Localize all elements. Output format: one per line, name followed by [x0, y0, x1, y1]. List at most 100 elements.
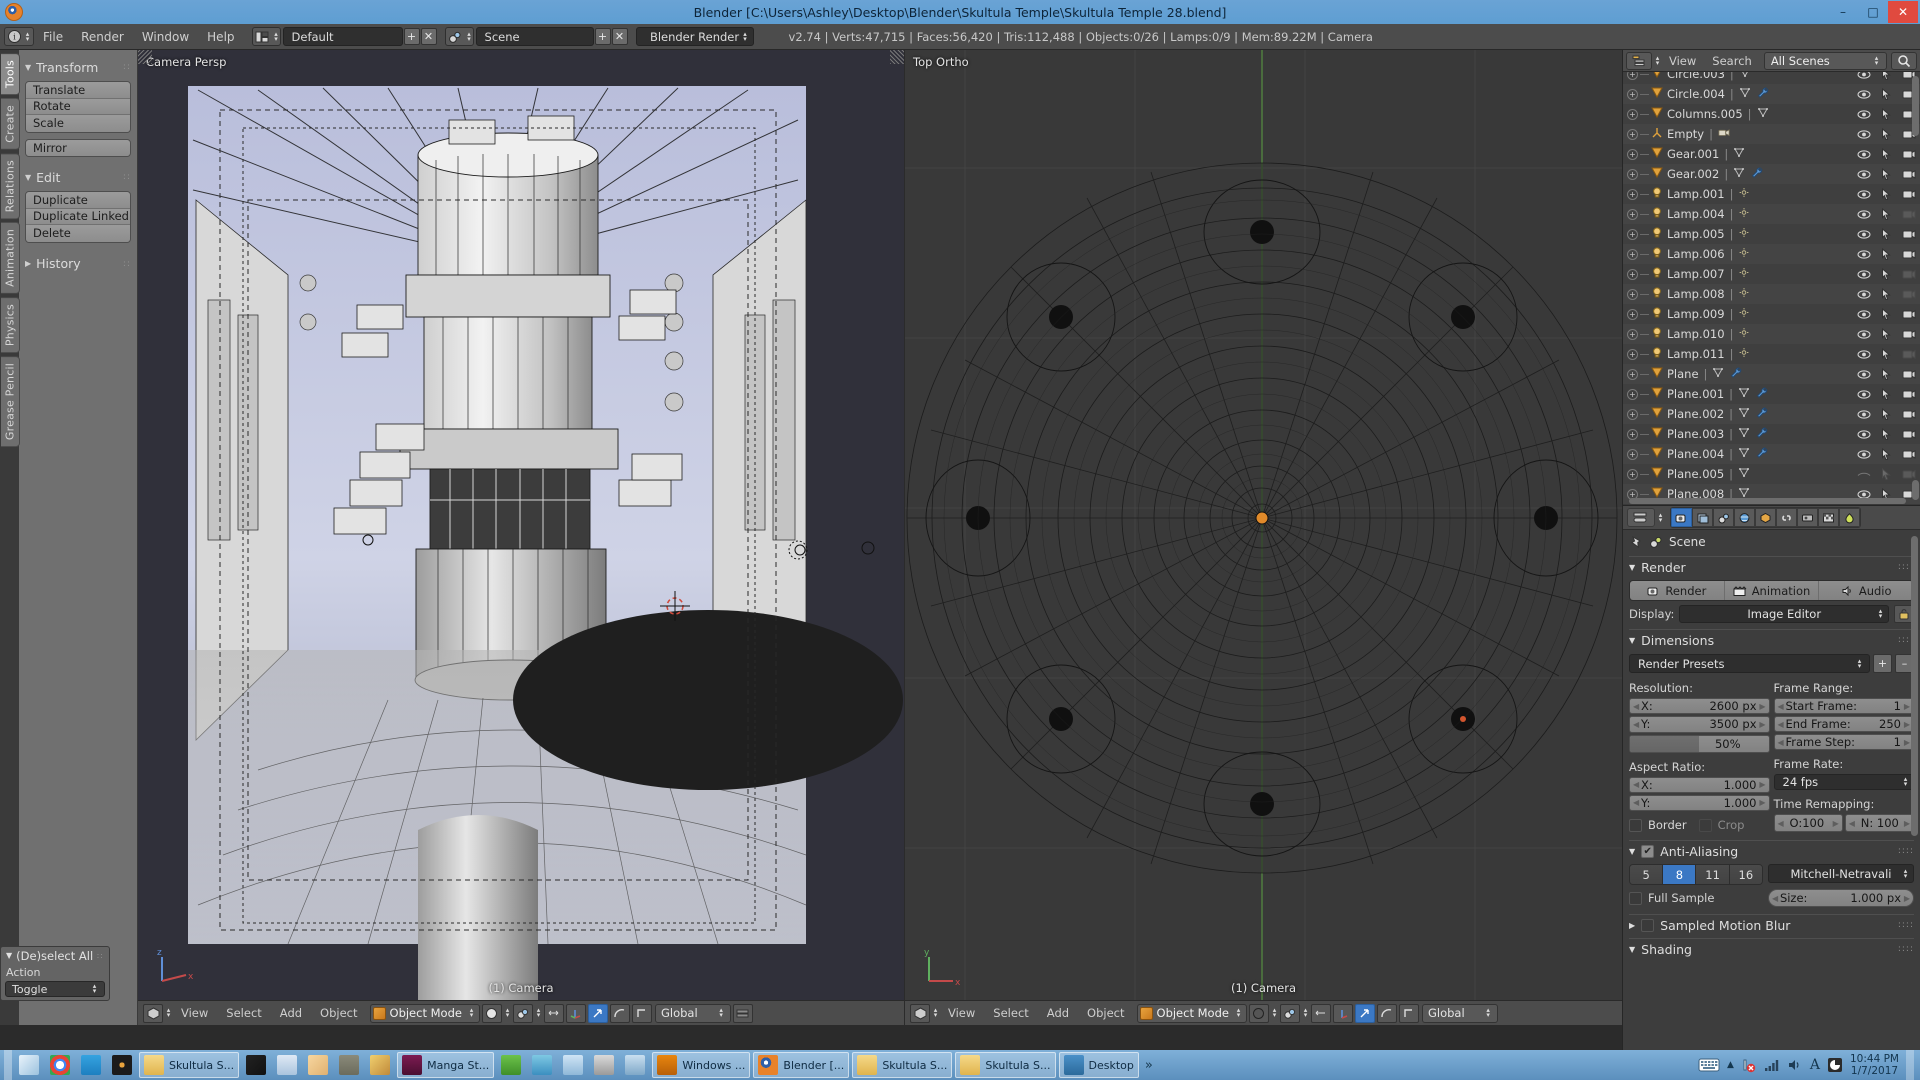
expand-toggle-icon[interactable]: + [1627, 409, 1638, 420]
aa-option-16[interactable]: 16 [1730, 865, 1762, 884]
section-header-motion-blur[interactable]: ▶ Sampled Motion Blur :::: [1629, 914, 1914, 935]
outliner-object-name[interactable]: Plane.003 [1667, 427, 1724, 441]
tab-animation[interactable]: Animation [1, 222, 20, 294]
expand-toggle-icon[interactable]: + [1627, 189, 1638, 200]
end-frame-field[interactable]: ◀ End Frame: 250 ▶ [1774, 716, 1915, 732]
outliner-object-name[interactable]: Lamp.005 [1667, 227, 1725, 241]
expand-toggle-icon[interactable]: + [1627, 249, 1638, 260]
properties-editor-type-button[interactable] [1627, 508, 1655, 527]
selectability-icon[interactable] [1881, 328, 1892, 340]
outliner-object-name[interactable]: Empty [1667, 127, 1704, 141]
show-hidden-icons-icon[interactable]: ▲ [1727, 1060, 1734, 1070]
expand-toggle-icon[interactable]: + [1627, 109, 1638, 120]
rotate-button[interactable]: Rotate [26, 99, 130, 116]
antialiasing-checkbox[interactable]: ✔ [1641, 845, 1654, 858]
mirror-button[interactable]: Mirror [26, 140, 130, 157]
outliner-object-name[interactable]: Plane [1667, 367, 1699, 381]
outliner-row[interactable]: +Circle.004| [1623, 84, 1920, 104]
renderability-icon[interactable] [1902, 409, 1916, 420]
expand-toggle-icon[interactable]: + [1627, 429, 1638, 440]
section-header-dimensions[interactable]: ▼ Dimensions :::: [1629, 629, 1914, 650]
increment-arrow-icon[interactable]: ▶ [1759, 798, 1765, 807]
taskbar-item[interactable] [559, 1052, 587, 1078]
outliner-row[interactable]: +Lamp.011| [1623, 344, 1920, 364]
visibility-icon[interactable] [1857, 229, 1871, 240]
viewport-camera-perspective[interactable]: Camera Persp (1) Camera z x ▴▾ View Sele… [138, 50, 904, 1025]
operator-action-dropdown[interactable]: Toggle ▴▾ [5, 981, 105, 997]
expand-toggle-icon[interactable]: + [1627, 89, 1638, 100]
menu-file[interactable]: File [34, 24, 72, 50]
resolution-percentage-slider[interactable]: 50% [1629, 735, 1770, 753]
render-engine-selector[interactable]: Blender Render ▴▾ [636, 27, 754, 46]
pivot-point-right[interactable] [1280, 1004, 1300, 1023]
language-icon[interactable]: A [1810, 1057, 1820, 1073]
viewport-corner-widget[interactable] [890, 50, 904, 64]
renderability-icon[interactable] [1902, 389, 1916, 400]
crop-checkbox[interactable] [1699, 819, 1712, 832]
selectability-icon[interactable] [1881, 448, 1892, 460]
visibility-icon[interactable] [1857, 169, 1871, 180]
close-button[interactable]: ✕ [1888, 1, 1918, 23]
visibility-icon[interactable] [1857, 189, 1871, 200]
renderability-icon[interactable] [1902, 209, 1916, 220]
manipulator-toggle-right[interactable] [1333, 1004, 1353, 1023]
outliner-tree[interactable]: +Circle.003|+Circle.004|+Columns.005|+Em… [1623, 72, 1920, 505]
outliner-object-name[interactable]: Plane.002 [1667, 407, 1724, 421]
add-scene-button[interactable]: + [595, 28, 611, 45]
visibility-icon[interactable] [1857, 429, 1871, 440]
tab-constraints[interactable] [1776, 508, 1797, 527]
selectability-icon[interactable] [1881, 128, 1892, 140]
scale-manipulator-right[interactable] [1399, 1004, 1419, 1023]
selectability-icon[interactable] [1881, 148, 1892, 160]
delete-button[interactable]: Delete [26, 225, 130, 242]
editor-type-button-right[interactable] [910, 1004, 930, 1023]
translate-manipulator-left[interactable] [588, 1004, 608, 1023]
viewport-shading-left[interactable] [482, 1004, 502, 1023]
volume-icon[interactable] [1787, 1058, 1803, 1072]
outliner-search-icon[interactable] [1891, 52, 1917, 70]
taskbar-item[interactable]: Manga St... [397, 1052, 494, 1078]
menu-render[interactable]: Render [72, 24, 133, 50]
taskbar-item[interactable]: Windows ... [652, 1052, 750, 1078]
render-audio-button[interactable]: Audio [1819, 581, 1913, 600]
expand-toggle-icon[interactable]: + [1627, 229, 1638, 240]
expand-toggle-icon[interactable]: + [1627, 389, 1638, 400]
selectability-icon[interactable] [1881, 248, 1892, 260]
tab-tools[interactable]: Tools [1, 53, 20, 95]
decrement-arrow-icon[interactable]: ◀ [1849, 819, 1855, 828]
render-preset-dropdown[interactable]: Render Presets ▴▾ [1629, 654, 1870, 673]
outliner-menu-search[interactable]: Search [1704, 50, 1760, 72]
taskbar-item[interactable] [621, 1052, 649, 1078]
outliner-display-mode[interactable]: All Scenes ▴▾ [1764, 52, 1887, 70]
increment-arrow-icon[interactable]: ▶ [1833, 819, 1839, 828]
expand-toggle-icon[interactable]: + [1627, 309, 1638, 320]
visibility-icon[interactable] [1857, 369, 1871, 380]
tab-physics[interactable]: Physics [1, 297, 20, 353]
outliner-row[interactable]: +Lamp.008| [1623, 284, 1920, 304]
selectability-icon[interactable] [1881, 348, 1892, 360]
duplicate-linked-button[interactable]: Duplicate Linked [26, 209, 130, 226]
snap-toggle-left[interactable] [544, 1004, 564, 1023]
expand-toggle-icon[interactable]: + [1627, 289, 1638, 300]
visibility-icon[interactable] [1857, 309, 1871, 320]
selectability-icon[interactable] [1881, 468, 1892, 480]
expand-toggle-icon[interactable]: + [1627, 329, 1638, 340]
viewport-top-orthographic[interactable]: Top Ortho (1) Camera y x ▴▾ View Select … [905, 50, 1622, 1025]
show-desktop-button[interactable] [1906, 1050, 1914, 1080]
decrement-arrow-icon[interactable]: ◀ [1778, 720, 1784, 729]
panel-header-history[interactable]: ▶ History :: [25, 254, 131, 274]
taskbar-item[interactable] [497, 1052, 525, 1078]
outliner-scrollbar-horizontal[interactable] [1629, 498, 1906, 504]
viewport-menu-add-right[interactable]: Add [1038, 1001, 1078, 1026]
outliner-row[interactable]: +Lamp.001| [1623, 184, 1920, 204]
panel-header-edit[interactable]: ▼ Edit :: [25, 167, 131, 187]
tab-render-layers[interactable] [1692, 508, 1713, 527]
viewport-menu-object-right[interactable]: Object [1078, 1001, 1133, 1026]
app-icon[interactable] [1827, 1057, 1843, 1073]
antialiasing-size-field[interactable]: ◀ Size: 1.000 px ▶ [1768, 889, 1914, 907]
expand-toggle-icon[interactable]: + [1627, 269, 1638, 280]
outliner-scrollbar-thumb[interactable] [1912, 480, 1919, 500]
visibility-icon[interactable] [1857, 449, 1871, 460]
expand-toggle-icon[interactable]: + [1627, 449, 1638, 460]
aa-option-11[interactable]: 11 [1696, 865, 1729, 884]
